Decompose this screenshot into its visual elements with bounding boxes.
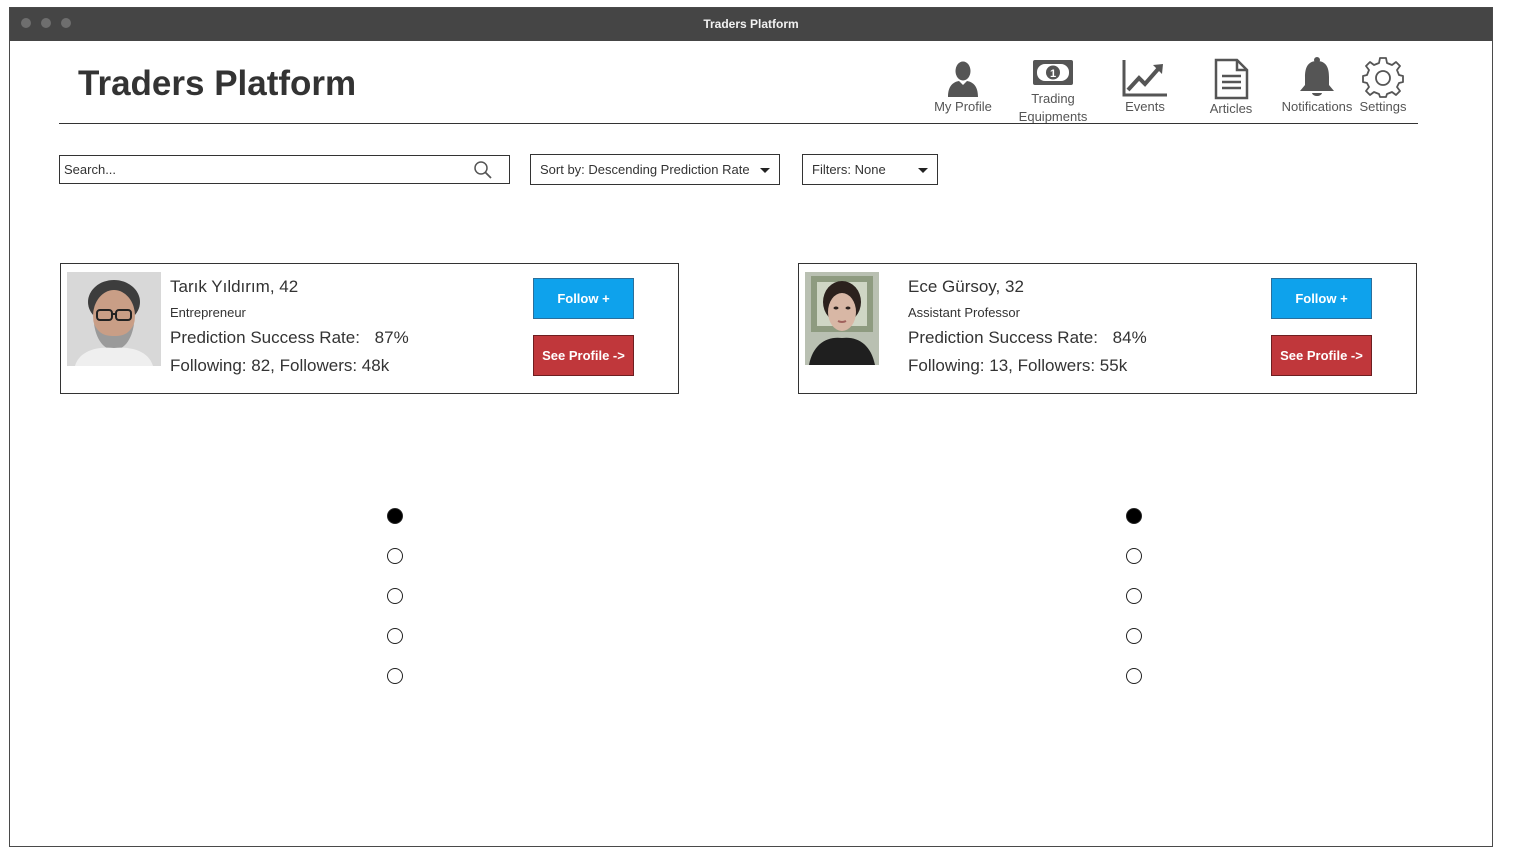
nav-my-profile[interactable]: My Profile [928, 60, 998, 116]
nav-label: Notifications [1281, 99, 1353, 114]
app-window: Traders Platform [9, 7, 1493, 847]
nav-label: Articles [1209, 101, 1253, 116]
app-title: Traders Platform [78, 64, 357, 103]
chevron-down-icon [760, 168, 770, 173]
chevron-down-icon [918, 168, 928, 173]
trader-card: Tarık Yıldırım, 42 Entrepreneur Predicti… [60, 263, 679, 394]
search-icon[interactable] [473, 160, 493, 180]
gear-icon [1362, 57, 1404, 98]
trader-role: Entrepreneur [170, 305, 246, 320]
follow-button[interactable]: Follow + [533, 278, 634, 319]
nav-trading-equipments[interactable]: 1 Trading Equipments [1008, 58, 1098, 126]
nav-label: My Profile [934, 99, 992, 114]
trader-rate: Prediction Success Rate: 84% [908, 328, 1147, 348]
nav-label: Trading Equipments [1018, 91, 1088, 124]
nav-articles[interactable]: Articles [1196, 58, 1266, 118]
avatar [67, 272, 161, 366]
page-dot[interactable] [387, 628, 403, 644]
page-dot[interactable] [387, 508, 403, 524]
follow-button[interactable]: Follow + [1271, 278, 1372, 319]
user-icon [948, 61, 978, 97]
see-profile-button[interactable]: See Profile -> [1271, 335, 1372, 376]
avatar [805, 272, 879, 365]
filters-label: Filters: None [812, 162, 886, 177]
page-dot[interactable] [1126, 548, 1142, 564]
rate-label: Prediction Success Rate: [908, 328, 1098, 347]
rate-value: 87% [374, 328, 409, 347]
nav-notifications[interactable]: Notifications [1269, 56, 1365, 116]
trader-role: Assistant Professor [908, 305, 1020, 320]
page-dot[interactable] [387, 668, 403, 684]
search-input[interactable] [64, 160, 464, 179]
see-profile-button[interactable]: See Profile -> [533, 335, 634, 376]
document-icon [1214, 58, 1249, 100]
svg-text:1: 1 [1050, 68, 1056, 80]
window-title: Traders Platform [703, 17, 799, 31]
nav-events[interactable]: Events [1110, 58, 1180, 116]
page-dot[interactable] [387, 548, 403, 564]
pagination-right [1126, 508, 1146, 708]
page-dot[interactable] [387, 588, 403, 604]
window-titlebar: Traders Platform [10, 8, 1492, 41]
nav-settings[interactable]: Settings [1352, 56, 1414, 116]
money-bill-icon: 1 [1033, 60, 1073, 85]
page-dot[interactable] [1126, 628, 1142, 644]
trader-name: Tarık Yıldırım, 42 [170, 277, 299, 296]
trader-card: Ece Gürsoy, 32 Assistant Professor Predi… [798, 263, 1417, 394]
sort-dropdown[interactable]: Sort by: Descending Prediction Rate [530, 154, 780, 185]
bell-icon [1300, 57, 1334, 96]
sort-label: Sort by: Descending Prediction Rate [540, 162, 750, 177]
page-dot[interactable] [1126, 508, 1142, 524]
search-box [59, 155, 510, 184]
page-dot[interactable] [1126, 668, 1142, 684]
nav-label: Settings [1359, 99, 1407, 114]
page-dot[interactable] [1126, 588, 1142, 604]
trader-follow-stats: Following: 82, Followers: 48k [170, 356, 390, 375]
rate-value: 84% [1112, 328, 1147, 347]
trader-follow-stats: Following: 13, Followers: 55k [908, 356, 1128, 375]
header-divider [59, 123, 1418, 124]
line-chart-icon [1122, 60, 1167, 97]
filters-dropdown[interactable]: Filters: None [802, 154, 938, 185]
trader-name: Ece Gürsoy, 32 [908, 277, 1024, 296]
trader-rate: Prediction Success Rate: 87% [170, 328, 409, 348]
pagination-left [387, 508, 407, 708]
nav-label: Events [1125, 99, 1165, 114]
rate-label: Prediction Success Rate: [170, 328, 360, 347]
